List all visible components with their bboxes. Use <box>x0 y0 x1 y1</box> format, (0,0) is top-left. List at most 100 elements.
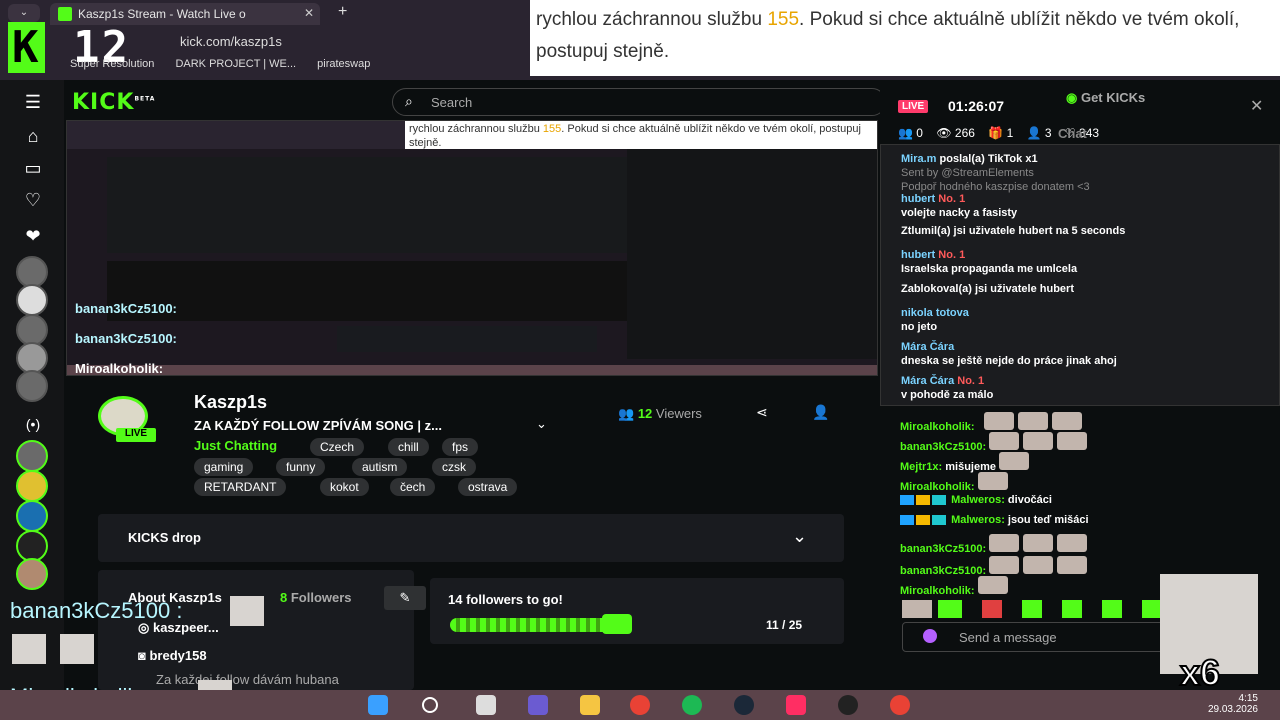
clock-time: 4:15 <box>1238 693 1258 704</box>
bookmark-item[interactable]: Super Resolution <box>70 58 154 70</box>
tab-title: Kaszp1s Stream - Watch Live o <box>78 7 246 21</box>
share-icon[interactable]: ⋖ <box>756 404 768 421</box>
chrome-profile-icon[interactable] <box>890 695 910 715</box>
explorer-icon[interactable] <box>580 695 600 715</box>
tag-chip[interactable]: czsk <box>432 458 476 476</box>
obs-icon[interactable] <box>838 695 858 715</box>
popup-badge: No. 1 <box>938 249 966 261</box>
nested-overlay-username: banan3kCz5100: <box>75 301 177 316</box>
emote <box>1057 556 1088 574</box>
tag-chip[interactable]: kokot <box>320 478 369 496</box>
live-signal-icon: (•) <box>25 416 41 432</box>
emote <box>989 534 1020 552</box>
chat-message: Miroalkoholik: <box>900 576 1008 597</box>
tag-chip[interactable]: fps <box>442 438 479 456</box>
browse-icon[interactable]: ▭ <box>22 158 44 180</box>
chevron-down-icon[interactable]: ⌄ <box>792 526 807 547</box>
home-icon[interactable]: ⌂ <box>22 126 44 148</box>
tag-chip[interactable]: ostrava <box>458 478 518 496</box>
discord-link[interactable]: ◙ bredy158 <box>138 648 207 663</box>
tag-chip[interactable]: čech <box>390 478 436 496</box>
emote <box>1023 534 1054 552</box>
recommended-channel-avatar[interactable] <box>16 500 48 532</box>
chrome-icon[interactable] <box>630 695 650 715</box>
followed-channel-avatar[interactable] <box>16 284 48 316</box>
following-icon[interactable]: ♡ <box>22 190 44 212</box>
emote <box>1023 556 1054 574</box>
popup-line: nikola totova <box>901 307 969 319</box>
title-expand-chevron-icon[interactable]: ⌄ <box>536 416 547 432</box>
tag-chip[interactable]: Czech <box>310 438 365 456</box>
chat-header: Chat <box>1058 126 1087 141</box>
popup-line: hubert No. 1 <box>901 249 965 261</box>
kick-logo-text: KICK <box>72 90 135 115</box>
new-tab-button[interactable]: + <box>338 3 347 21</box>
popup-line: hubert No. 1 <box>901 193 965 205</box>
follow-user-icon[interactable]: 👤 <box>812 404 829 421</box>
menu-icon[interactable]: ☰ <box>22 92 44 114</box>
recommended-channel-avatar[interactable] <box>16 440 48 472</box>
tag-chip[interactable]: autism <box>352 458 408 476</box>
close-icon[interactable]: ✕ <box>1250 96 1263 116</box>
get-kicks-button[interactable]: ◉ Get KICKs <box>1066 90 1198 112</box>
stream-video-player[interactable]: rychlou záchrannou službu 155. Pokud si … <box>66 120 878 376</box>
overlay-emote <box>12 634 46 664</box>
badge-icon <box>900 495 914 506</box>
start-icon[interactable] <box>368 695 388 715</box>
clock[interactable]: 4:15 29.03.2026 <box>1198 693 1258 715</box>
recommended-channel-avatar[interactable] <box>16 470 48 502</box>
chat-input[interactable]: Send a message <box>902 622 1178 652</box>
badge-icon <box>932 495 946 506</box>
viewers-icon: 👥 <box>618 406 635 421</box>
channel-name[interactable]: Kaszp1s <box>194 392 267 413</box>
steam-icon[interactable] <box>734 695 754 715</box>
eye-icon: 👁 <box>936 126 952 140</box>
about-panel: About Kaszp1s 8 Followers ✎ ◎ kaszpeer..… <box>98 570 426 690</box>
nested-notice-number: 155 <box>542 123 562 135</box>
search-input[interactable]: ⌕ Search <box>392 88 886 116</box>
chat-message-text: divočáci <box>1007 494 1052 506</box>
stat-icon: 👥 <box>898 126 913 140</box>
chat-message: Miroalkoholik: <box>900 412 1082 433</box>
chat-username[interactable]: Miroalkoholik: <box>900 481 975 493</box>
search-taskbar-icon[interactable] <box>422 697 438 713</box>
emote-picker-icon[interactable] <box>923 629 937 643</box>
popup-text: poslal(a) TikTok <box>939 153 1023 165</box>
chat-message-text: jsou teď mišáci <box>1007 514 1089 526</box>
popup-line: Sent by @StreamElements <box>901 167 1034 179</box>
popup-user: Mira.m <box>901 153 937 165</box>
kicks-drop-panel[interactable]: KICKS drop ⌄ <box>98 514 844 562</box>
tag-chip[interactable]: funny <box>276 458 326 476</box>
heart-icon[interactable]: ❤ <box>22 226 44 248</box>
spotify-icon[interactable] <box>682 695 702 715</box>
close-tab-icon[interactable]: ✕ <box>304 6 314 20</box>
tab-list-chevron-icon[interactable]: ⌄ <box>8 4 40 22</box>
tag-chip[interactable]: chill <box>388 438 429 456</box>
recommended-channel-avatar[interactable] <box>16 558 48 590</box>
chat-username[interactable]: Miroalkoholik: <box>900 585 975 597</box>
followed-channel-avatar[interactable] <box>16 370 48 402</box>
goal-progress-text: 11 / 25 <box>766 618 803 632</box>
search-icon: ⌕ <box>405 93 413 109</box>
bookmark-item[interactable]: pirateswap <box>317 58 370 70</box>
nested-chat-area <box>627 149 877 359</box>
chat-username[interactable]: Malweros: <box>951 494 1005 506</box>
edit-icon[interactable]: ✎ <box>384 586 426 610</box>
chat-username[interactable]: Malweros: <box>951 514 1005 526</box>
category-link[interactable]: Just Chatting <box>194 438 277 453</box>
popup-extra: x1 <box>1025 153 1038 165</box>
tag-chip[interactable]: RETARDANT <box>194 478 287 496</box>
emote <box>1017 412 1048 430</box>
chat-message: banan3kCz5100: <box>900 556 1088 577</box>
kick-logo[interactable]: KICKBETA <box>72 90 155 115</box>
bookmark-item[interactable]: DARK PROJECT | WE... <box>175 58 296 70</box>
chat-message: banan3kCz5100: <box>900 534 1088 555</box>
tiktok-icon[interactable] <box>786 695 806 715</box>
followers-count: 8 Followers <box>280 590 352 605</box>
teams-icon[interactable] <box>528 695 548 715</box>
notice-number: 155 <box>767 9 800 30</box>
tag-chip[interactable]: gaming <box>194 458 254 476</box>
address-bar[interactable]: kick.com/kaszp1s <box>180 30 520 52</box>
chat-username[interactable]: banan3kCz5100: <box>900 543 986 555</box>
task-view-icon[interactable] <box>476 695 496 715</box>
